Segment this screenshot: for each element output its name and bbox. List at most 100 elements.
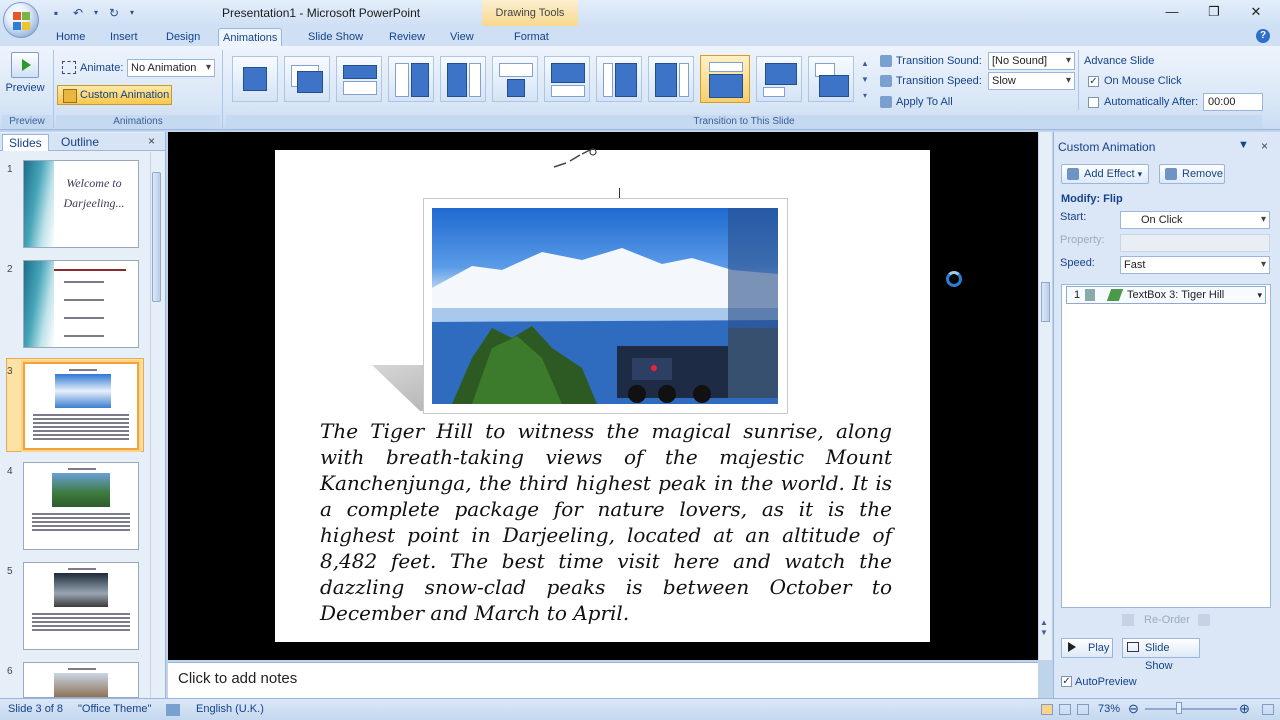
redo-icon[interactable]: ↻	[106, 6, 122, 20]
tab-design[interactable]: Design	[162, 28, 204, 46]
tab-review[interactable]: Review	[385, 28, 429, 46]
remove-button[interactable]: Remove	[1159, 164, 1225, 184]
speed-label: Speed:	[1060, 257, 1095, 269]
pane-close-icon[interactable]: ×	[148, 134, 155, 148]
status-theme: "Office Theme"	[78, 703, 152, 715]
canvas-scrollbar[interactable]: ▲ ▼	[1038, 132, 1052, 660]
transition-thumb-4[interactable]	[388, 56, 434, 102]
preview-button[interactable]: Preview	[4, 50, 46, 110]
zoom-slider-knob[interactable]	[1176, 702, 1182, 714]
item-dropdown-icon[interactable]: ▾	[1257, 287, 1262, 303]
slide-thumbnail-2[interactable]	[23, 260, 139, 348]
quick-access-toolbar: ▪ ↶ ▾ ↻ ▾	[48, 5, 136, 21]
animate-label: Animate:	[80, 62, 124, 74]
office-button[interactable]	[3, 2, 39, 38]
fit-to-window-icon[interactable]	[1262, 704, 1274, 715]
transition-speed-dropdown[interactable]: Slow	[988, 72, 1075, 90]
slideshow-view-icon[interactable]	[1077, 704, 1089, 715]
apply-to-all-button[interactable]: Apply To All	[880, 93, 953, 111]
slide-sorter-icon[interactable]	[1059, 704, 1071, 715]
speed-dropdown[interactable]: Fast	[1120, 256, 1270, 274]
scroll-thumb[interactable]	[1041, 282, 1050, 322]
slide-number: 4	[7, 466, 13, 477]
slide-thumbnail-3[interactable]	[23, 362, 139, 450]
tab-slide-show[interactable]: Slide Show	[304, 28, 367, 46]
save-icon[interactable]: ▪	[48, 6, 64, 20]
transition-sound-dropdown[interactable]: [No Sound]	[988, 52, 1075, 70]
tab-slides[interactable]: Slides	[2, 134, 49, 151]
prev-next-slide-icon[interactable]: ▲ ▼	[1040, 618, 1048, 638]
gallery-up-icon[interactable]: ▲	[860, 56, 870, 72]
mouse-click-icon	[1085, 289, 1095, 301]
slide-thumbnail-4[interactable]	[23, 462, 139, 550]
group-separator	[1078, 50, 1079, 110]
tab-insert[interactable]: Insert	[106, 28, 142, 46]
automatically-after-checkbox[interactable]	[1088, 97, 1099, 108]
task-pane-menu-icon[interactable]: ▼	[1238, 139, 1249, 151]
zoom-slider[interactable]	[1145, 708, 1237, 710]
group-label-transition: Transition to This Slide	[226, 115, 1262, 129]
slide-thumbnail-6[interactable]	[23, 662, 139, 698]
transition-thumb-8[interactable]	[596, 56, 642, 102]
on-mouse-click-checkbox[interactable]: ✓	[1088, 76, 1099, 87]
transition-thumb-3[interactable]	[336, 56, 382, 102]
transition-thumb-2[interactable]	[284, 56, 330, 102]
tab-outline[interactable]: Outline	[55, 134, 105, 151]
zoom-out-icon[interactable]: ⊖	[1128, 701, 1139, 717]
tab-animations[interactable]: Animations	[218, 28, 283, 46]
close-button[interactable]: ✕	[1242, 3, 1270, 21]
animate-icon	[62, 61, 76, 74]
animation-list-item[interactable]: 1 TextBox 3: Tiger Hill ▾	[1066, 286, 1266, 304]
gallery-more-icon[interactable]: ▾	[860, 88, 870, 104]
apply-to-all-label: Apply To All	[896, 96, 953, 108]
transition-thumb-1[interactable]	[232, 56, 278, 102]
notes-pane[interactable]	[168, 662, 1038, 698]
transition-thumb-11[interactable]	[756, 56, 802, 102]
add-effect-button[interactable]: Add Effect ▾	[1061, 164, 1149, 184]
animate-dropdown[interactable]: No Animation	[127, 59, 215, 77]
slide-photo[interactable]	[432, 208, 778, 404]
transition-thumb-5[interactable]	[440, 56, 486, 102]
undo-icon[interactable]: ↶	[70, 6, 86, 20]
slide-body-text[interactable]: The Tiger Hill to witness the magical su…	[320, 418, 892, 626]
tab-view[interactable]: View	[446, 28, 478, 46]
auto-time-spinner[interactable]: 00:00	[1203, 93, 1263, 111]
transition-sound-row: Transition Sound:	[880, 52, 982, 70]
transition-thumb-12[interactable]	[808, 56, 854, 102]
item-label: TextBox 3: Tiger Hill	[1127, 289, 1225, 301]
custom-animation-button[interactable]: Custom Animation	[57, 85, 172, 105]
slide-number: 5	[7, 566, 13, 577]
tab-format[interactable]: Format	[510, 28, 553, 46]
slide-thumbnail-1[interactable]: Welcome to Darjeeling...	[23, 160, 139, 248]
transition-thumb-6[interactable]	[492, 56, 538, 102]
slides-scrollbar[interactable]	[150, 152, 162, 698]
slide-thumbnail-5[interactable]	[23, 562, 139, 650]
minimize-button[interactable]: —	[1158, 3, 1186, 21]
restore-button[interactable]: ❐	[1200, 3, 1228, 21]
reorder-up-icon[interactable]	[1122, 614, 1134, 626]
customize-qat-icon[interactable]: ▾	[128, 6, 136, 20]
preview-icon	[11, 52, 39, 78]
notes-placeholder[interactable]: Click to add notes	[178, 670, 297, 687]
reorder-down-icon[interactable]	[1198, 614, 1210, 626]
spell-check-icon[interactable]	[166, 704, 180, 716]
zoom-in-icon[interactable]: ⊕	[1239, 701, 1250, 717]
gallery-scroll[interactable]: ▲ ▼ ▾	[860, 56, 870, 104]
autopreview-checkbox[interactable]: ✓	[1061, 676, 1072, 687]
transition-thumb-7[interactable]	[544, 56, 590, 102]
help-icon[interactable]: ?	[1256, 29, 1270, 43]
transition-thumb-9[interactable]	[648, 56, 694, 102]
scroll-thumb[interactable]	[152, 172, 161, 302]
normal-view-icon[interactable]	[1041, 704, 1053, 715]
slide1-title: Welcome to Darjeeling...	[63, 176, 125, 210]
start-dropdown[interactable]: On Click	[1120, 211, 1270, 229]
tab-home[interactable]: Home	[52, 28, 89, 46]
gallery-down-icon[interactable]: ▼	[860, 72, 870, 88]
animation-list[interactable]	[1061, 284, 1271, 608]
task-pane-close-icon[interactable]: ×	[1261, 139, 1268, 153]
status-language: English (U.K.)	[196, 703, 264, 715]
transition-thumb-10-selected[interactable]	[700, 55, 750, 103]
zoom-level[interactable]: 73%	[1098, 703, 1120, 715]
dropdown-icon[interactable]: ▾	[92, 6, 100, 20]
start-label: Start:	[1060, 211, 1087, 223]
